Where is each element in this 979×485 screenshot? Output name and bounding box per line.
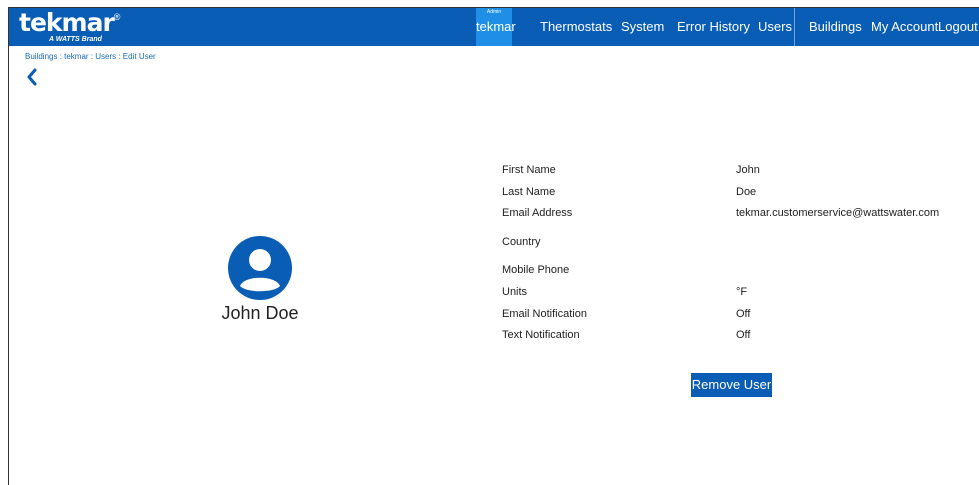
email-address-label: Email Address	[502, 207, 573, 219]
nav-item-system[interactable]: System	[621, 8, 664, 46]
nav-item-logout[interactable]: Logout	[938, 8, 978, 46]
mobile-phone-label: Mobile Phone	[502, 264, 570, 276]
tekmar-logo[interactable]: tekmar® A WATTS Brand	[19, 8, 120, 44]
remove-user-button[interactable]: Remove User	[691, 373, 772, 397]
nav-item-buildings[interactable]: Buildings	[809, 8, 862, 46]
nav-item-error-history[interactable]: Error History	[677, 8, 750, 46]
user-avatar-icon	[228, 236, 292, 300]
logo-subtitle: A WATTS Brand	[49, 36, 102, 43]
nav-item-tekmar[interactable]: Admin tekmar	[476, 8, 516, 46]
last-name-value: Doe	[736, 186, 757, 198]
nav-item-users[interactable]: Users	[758, 8, 792, 46]
nav-item-thermostats[interactable]: Thermostats	[540, 8, 612, 46]
last-name-label: Last Name	[502, 186, 556, 198]
nav-item-my-account[interactable]: My Account	[871, 8, 938, 46]
email-address-value: tekmar.customerservice@wattswater.com	[736, 207, 940, 219]
logo-text: tekmar	[19, 8, 115, 37]
user-full-name: John Doe	[221, 303, 299, 323]
breadcrumb[interactable]: Buildings : tekmar : Users : Edit User	[25, 52, 156, 61]
units-value: °F	[736, 286, 748, 298]
email-notification-label: Email Notification	[502, 308, 587, 320]
email-notification-value: Off	[736, 308, 751, 320]
nav-divider	[794, 8, 795, 46]
window-frame	[8, 7, 979, 485]
first-name-label: First Name	[502, 164, 556, 176]
top-navigation-bar: tekmar® A WATTS Brand Admin tekmar Therm…	[9, 8, 979, 46]
text-notification-label: Text Notification	[502, 329, 580, 341]
text-notification-value: Off	[736, 329, 751, 341]
units-label: Units	[502, 286, 528, 298]
country-label: Country	[502, 236, 541, 248]
first-name-value: John	[736, 164, 760, 176]
admin-tag: Admin	[486, 9, 502, 15]
back-chevron-icon[interactable]	[25, 68, 39, 86]
